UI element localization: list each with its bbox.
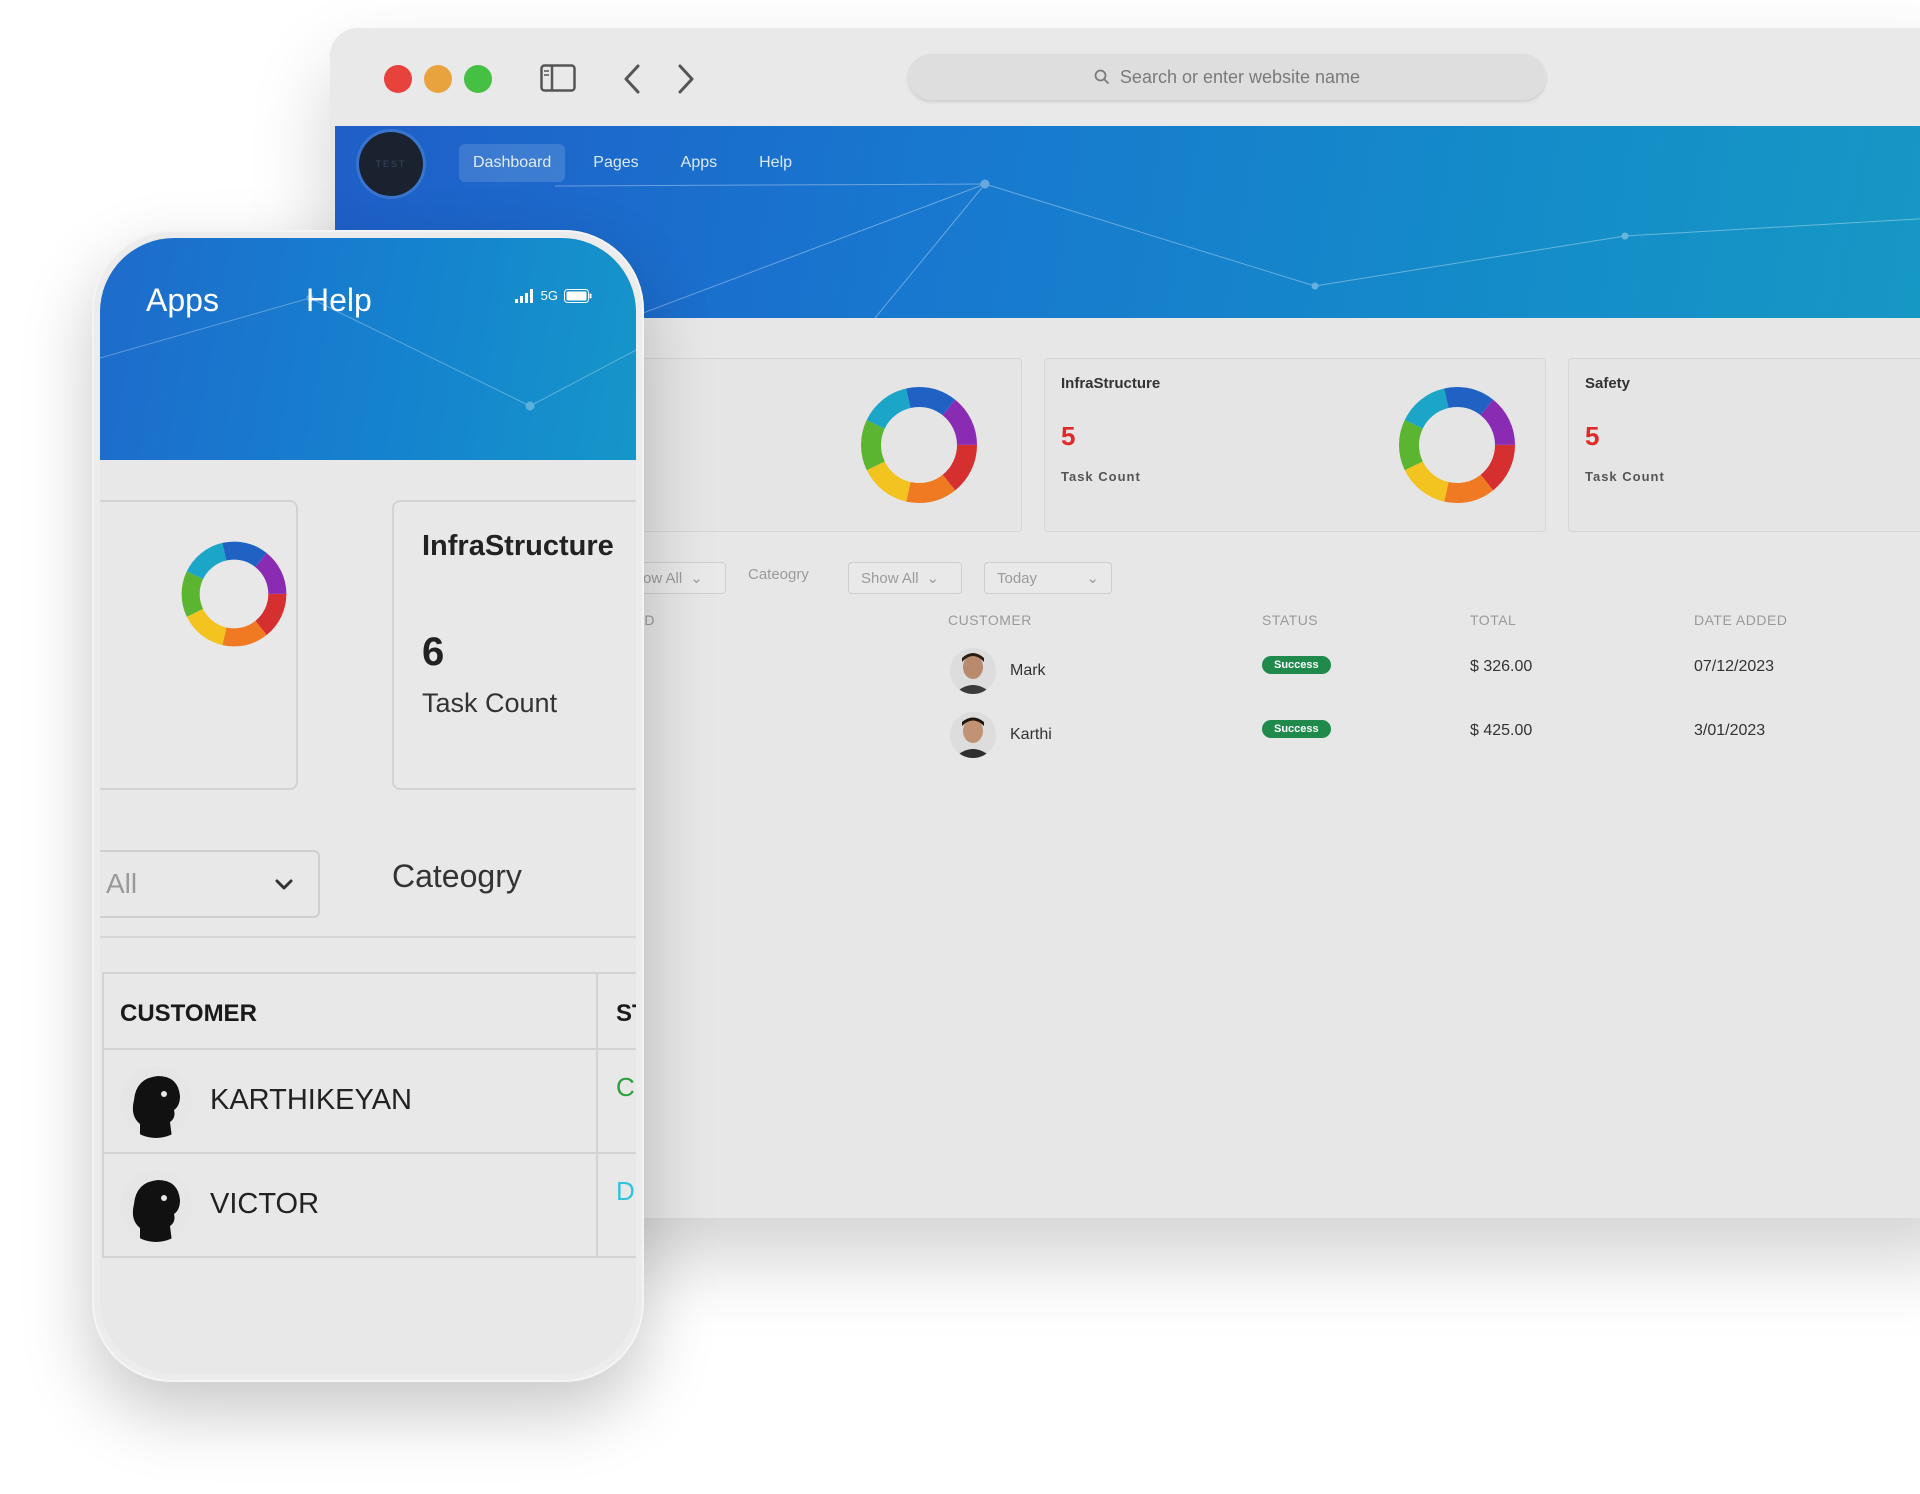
zoom-window-button[interactable] [464,65,492,93]
status-text: C [616,1072,635,1102]
date-added: 07/12/2023 [1694,658,1775,675]
avatar [120,1170,192,1242]
battery-icon [564,288,592,303]
nav-pages[interactable]: Pages [579,144,652,182]
customer-name: VICTOR [210,1188,320,1220]
chevron-down-icon [275,879,293,890]
column-divider [596,1154,598,1256]
filter-select-date[interactable]: Today ⌄ [984,562,1112,594]
close-window-button[interactable] [384,65,412,93]
table-row[interactable]: KARTHIKEYAN C [102,1050,636,1154]
donut-chart-icon [1399,387,1515,503]
back-arrow-icon[interactable] [618,62,646,96]
card-title: InfraStructure [1061,375,1161,392]
table-row[interactable]: VICTOR DI [102,1154,636,1258]
phone-customer-table: CUSTOMER ST KARTHIKEYAN C [102,972,636,1258]
nav-help[interactable]: Help [745,144,806,182]
stat-card-partial [630,358,1022,532]
order-total: $ 425.00 [1470,722,1533,739]
column-divider [596,974,598,1048]
table-header-status: STATUS [1262,612,1319,628]
status-badge: Success [1262,720,1331,738]
category-label: Cateogry [748,566,809,583]
filter-select-value: Today [997,569,1038,587]
network-pattern [100,294,636,411]
filter-select-value: ow All [643,569,683,587]
table-header-row: CUSTOMER ST [102,974,636,1050]
filter-select-value: Show All [861,569,919,587]
column-divider [596,1050,598,1152]
card-subtitle: Task Count [1585,469,1665,484]
table-header-total: TOTAL [1470,612,1517,628]
customer-name: Karthi [1010,726,1052,743]
stat-card-safety[interactable]: Safety 5 Task Count [1568,358,1920,532]
divider [100,936,636,938]
minimize-window-button[interactable] [424,65,452,93]
avatar [950,712,996,758]
network-label: 5G [540,288,558,303]
phone-filter-select[interactable]: All [100,850,320,918]
phone-category-label: Cateogry [392,858,522,894]
phone-nav-help[interactable]: Help [306,282,372,319]
filter-select-status[interactable]: ow All ⌄ [630,562,726,594]
status-text: DI [616,1176,636,1206]
card-title: InfraStructure [422,530,614,562]
chevron-down-icon: ⌄ [1086,570,1099,587]
table-header-customer: CUSTOMER [948,612,1032,628]
forward-arrow-icon[interactable] [672,62,700,96]
signal-icon [514,288,533,303]
order-total: $ 326.00 [1470,658,1533,675]
chevron-down-icon: ⌄ [926,570,940,587]
donut-chart-icon [861,387,977,503]
avatar [950,648,996,694]
phone-status-bar: 5G [514,288,592,303]
browser-titlebar: Search or enter website name [330,28,1920,126]
customer-name: Mark [1010,662,1046,679]
card-count: 6 [422,630,445,674]
address-placeholder: Search or enter website name [1119,66,1361,87]
table-header-date: DATE ADDED [1694,612,1788,628]
avatar [120,1066,192,1138]
top-nav: Dashboard Pages Apps Help [459,144,806,182]
phone-device: Apps Help 5G InfraStructure 6 Task Count… [92,230,644,1382]
phone-stat-card-partial [100,500,298,790]
card-count: 5 [1585,421,1600,451]
sidebar-toggle-icon[interactable] [540,64,576,92]
phone-header-banner: Apps Help 5G [100,238,636,460]
card-title: Safety [1585,375,1631,392]
filter-select-category[interactable]: Show All ⌄ [848,562,962,594]
card-subtitle: Task Count [422,688,558,718]
card-count: 5 [1061,421,1076,451]
table-header-status: ST [616,1000,636,1027]
phone-screen: Apps Help 5G InfraStructure 6 Task Count… [100,238,636,1374]
table-header-customer: CUSTOMER [120,1000,257,1027]
address-bar[interactable]: Search or enter website name [908,54,1546,100]
donut-chart-icon [181,541,287,647]
stat-card-infrastructure[interactable]: InfraStructure 5 Task Count [1044,358,1546,532]
site-logo[interactable]: TEST [359,132,423,196]
search-icon [1094,69,1110,85]
customer-name: KARTHIKEYAN [210,1084,412,1116]
card-subtitle: Task Count [1061,469,1141,484]
status-badge: Success [1262,656,1331,674]
phone-stat-card-infrastructure[interactable]: InfraStructure 6 Task Count [392,500,636,790]
phone-nav-apps[interactable]: Apps [146,282,219,319]
date-added: 3/01/2023 [1694,722,1766,739]
nav-apps[interactable]: Apps [667,144,731,182]
nav-dashboard[interactable]: Dashboard [459,144,566,182]
chevron-down-icon: ⌄ [690,570,703,587]
filter-select-value: All [106,868,138,899]
